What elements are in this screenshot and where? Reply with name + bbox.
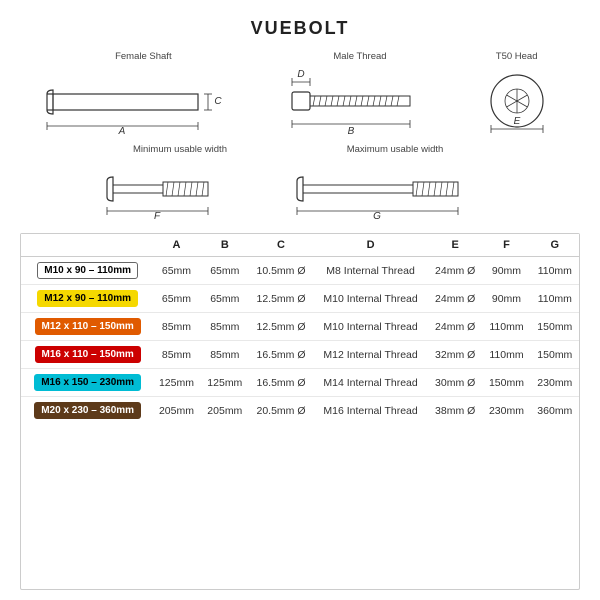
table-header-row: A B C D E F G <box>21 234 579 257</box>
max-width-diagram: Maximum usable width G <box>295 144 495 219</box>
cell-f: 110mm <box>482 341 530 369</box>
row-label: M20 x 230 – 360mm <box>34 402 141 419</box>
row-label: M10 x 90 – 110mm <box>37 262 138 279</box>
min-width-diagram: Minimum usable width F <box>105 144 255 219</box>
table-body: M10 x 90 – 110mm65mm65mm10.5mm ØM8 Inter… <box>21 257 579 425</box>
table-row: M12 x 90 – 110mm65mm65mm12.5mm ØM10 Inte… <box>21 285 579 313</box>
cell-d: M14 Internal Thread <box>313 369 428 397</box>
cell-e: 32mm Ø <box>428 341 482 369</box>
cell-g: 230mm <box>531 369 579 397</box>
cell-b: 85mm <box>201 313 249 341</box>
cell-d: M16 Internal Thread <box>313 397 428 425</box>
row-label-cell: M16 x 150 – 230mm <box>21 369 152 397</box>
cell-d: M8 Internal Thread <box>313 257 428 285</box>
cell-b: 125mm <box>201 369 249 397</box>
svg-text:G: G <box>373 211 381 219</box>
table-row: M16 x 150 – 230mm125mm125mm16.5mm ØM14 I… <box>21 369 579 397</box>
cell-e: 24mm Ø <box>428 285 482 313</box>
cell-c: 16.5mm Ø <box>249 341 313 369</box>
row-label: M16 x 150 – 230mm <box>34 374 141 391</box>
cell-e: 24mm Ø <box>428 257 482 285</box>
row-label-cell: M12 x 110 – 150mm <box>21 313 152 341</box>
row-label-cell: M16 x 110 – 150mm <box>21 341 152 369</box>
cell-f: 90mm <box>482 285 530 313</box>
cell-c: 12.5mm Ø <box>249 313 313 341</box>
page: VUEBOLT Female Shaft A C <box>0 0 600 600</box>
row-label-cell: M20 x 230 – 360mm <box>21 397 152 425</box>
cell-e: 24mm Ø <box>428 313 482 341</box>
cell-a: 65mm <box>152 285 200 313</box>
specs-table: A B C D E F G M10 x 90 – 110mm65mm65mm10… <box>21 234 579 424</box>
page-title: VUEBOLT <box>20 18 580 39</box>
cell-b: 65mm <box>201 257 249 285</box>
svg-text:C: C <box>215 96 223 107</box>
cell-g: 150mm <box>531 341 579 369</box>
cell-g: 110mm <box>531 257 579 285</box>
cell-a: 125mm <box>152 369 200 397</box>
cell-c: 10.5mm Ø <box>249 257 313 285</box>
table-row: M10 x 90 – 110mm65mm65mm10.5mm ØM8 Inter… <box>21 257 579 285</box>
col-header-b: B <box>201 234 249 257</box>
col-header-e: E <box>428 234 482 257</box>
col-header-label <box>21 234 152 257</box>
cell-d: M10 Internal Thread <box>313 285 428 313</box>
cell-c: 16.5mm Ø <box>249 369 313 397</box>
cell-f: 150mm <box>482 369 530 397</box>
row-label: M12 x 110 – 150mm <box>35 318 141 335</box>
row-label: M16 x 110 – 150mm <box>35 346 141 363</box>
cell-c: 12.5mm Ø <box>249 285 313 313</box>
table-row: M12 x 110 – 150mm85mm85mm12.5mm ØM10 Int… <box>21 313 579 341</box>
col-header-a: A <box>152 234 200 257</box>
svg-text:B: B <box>348 126 355 136</box>
svg-text:A: A <box>118 126 126 136</box>
row-label: M12 x 90 – 110mm <box>37 290 138 307</box>
cell-g: 150mm <box>531 313 579 341</box>
cell-g: 360mm <box>531 397 579 425</box>
cell-d: M12 Internal Thread <box>313 341 428 369</box>
female-shaft-label: Female Shaft <box>115 51 172 62</box>
cell-e: 38mm Ø <box>428 397 482 425</box>
cell-b: 205mm <box>201 397 249 425</box>
table-row: M20 x 230 – 360mm205mm205mm20.5mm ØM16 I… <box>21 397 579 425</box>
cell-a: 205mm <box>152 397 200 425</box>
cell-d: M10 Internal Thread <box>313 313 428 341</box>
bottom-diagrams: Minimum usable width F <box>20 144 580 219</box>
cell-f: 110mm <box>482 313 530 341</box>
cell-f: 90mm <box>482 257 530 285</box>
cell-b: 85mm <box>201 341 249 369</box>
top-diagrams: Female Shaft A C Male <box>20 51 580 136</box>
male-thread-diagram: Male Thread <box>290 51 430 136</box>
specs-table-wrapper: A B C D E F G M10 x 90 – 110mm65mm65mm10… <box>20 233 580 590</box>
table-row: M16 x 110 – 150mm85mm85mm16.5mm ØM12 Int… <box>21 341 579 369</box>
cell-a: 85mm <box>152 341 200 369</box>
svg-text:D: D <box>297 69 304 80</box>
cell-e: 30mm Ø <box>428 369 482 397</box>
cell-b: 65mm <box>201 285 249 313</box>
t50-head-label: T50 Head <box>496 51 538 62</box>
cell-f: 230mm <box>482 397 530 425</box>
max-width-label: Maximum usable width <box>347 144 444 155</box>
row-label-cell: M10 x 90 – 110mm <box>21 257 152 285</box>
min-width-label: Minimum usable width <box>133 144 227 155</box>
row-label-cell: M12 x 90 – 110mm <box>21 285 152 313</box>
col-header-d: D <box>313 234 428 257</box>
cell-a: 65mm <box>152 257 200 285</box>
male-thread-label: Male Thread <box>333 51 386 62</box>
cell-c: 20.5mm Ø <box>249 397 313 425</box>
female-shaft-diagram: Female Shaft A C <box>43 51 243 136</box>
cell-a: 85mm <box>152 313 200 341</box>
col-header-g: G <box>531 234 579 257</box>
col-header-f: F <box>482 234 530 257</box>
t50-head-diagram: T50 Head E <box>477 51 557 136</box>
svg-text:F: F <box>154 211 161 219</box>
svg-text:E: E <box>513 116 520 127</box>
col-header-c: C <box>249 234 313 257</box>
cell-g: 110mm <box>531 285 579 313</box>
